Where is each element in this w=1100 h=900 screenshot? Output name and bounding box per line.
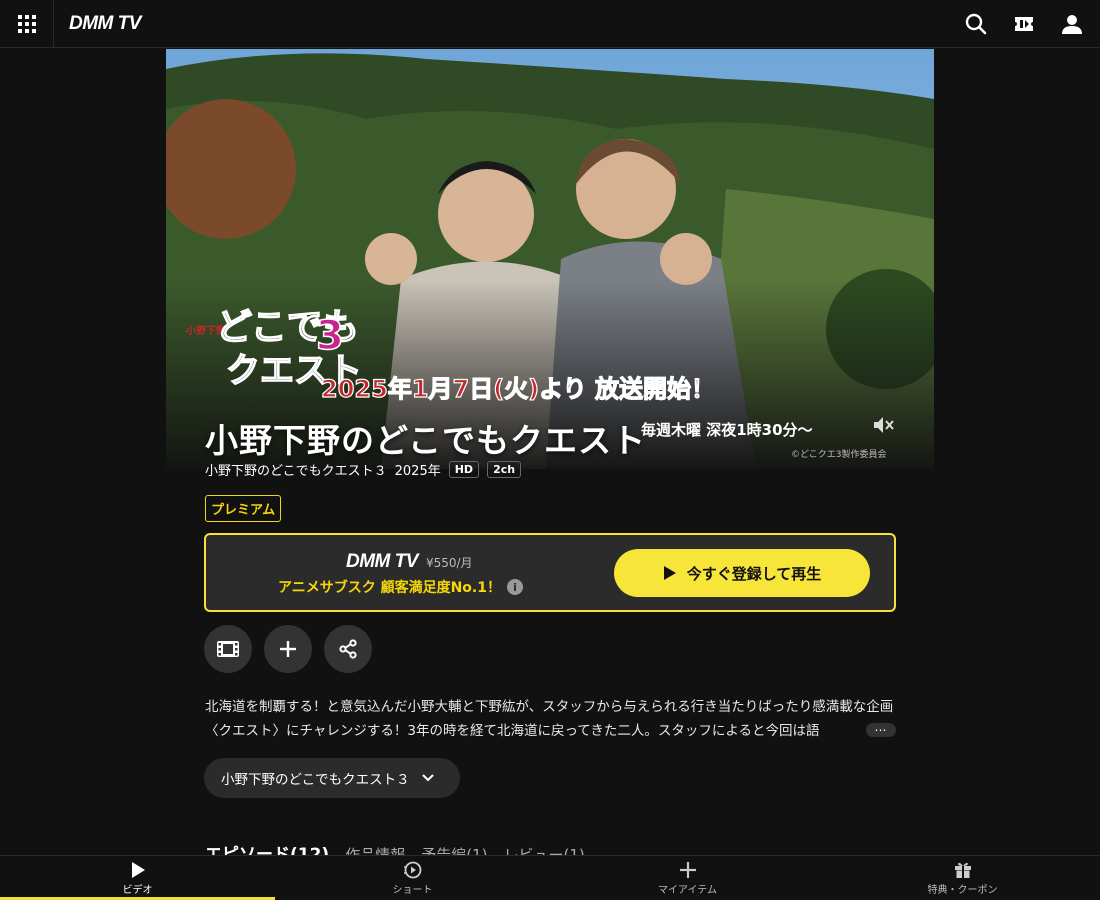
nav-perks[interactable]: 特典・クーポン (825, 856, 1100, 900)
subscribe-play-label: 今すぐ登録して再生 (686, 564, 822, 583)
title-meta: 小野下野のどこでもクエスト３ 2025年 HD 2ch (205, 460, 522, 479)
hero-video[interactable]: 小野下野 どこでも クエスト 3 2025年1月7日(火)より 放送開始！ 毎週… (166, 49, 934, 469)
nav-short-label: ショート (392, 885, 433, 896)
season-select[interactable]: 小野下野のどこでもクエスト３ (204, 758, 460, 798)
search-button[interactable] (960, 8, 992, 40)
chevron-down-icon (421, 774, 434, 782)
hero-thumbnail: 小野下野 どこでも クエスト 3 2025年1月7日(火)より 放送開始！ 毎週… (166, 49, 934, 469)
grid-menu-button[interactable] (0, 0, 54, 48)
mute-button[interactable] (872, 415, 894, 435)
nav-video-label: ビデオ (122, 885, 153, 896)
show-logo-number: 3 (316, 313, 344, 359)
nav-my-items[interactable]: マイアイテム (550, 856, 825, 900)
plus-icon (280, 641, 296, 657)
speaker-muted-icon (874, 417, 894, 433)
page-title: 小野下野のどこでもクエスト (205, 421, 647, 460)
user-icon (1062, 15, 1082, 34)
subscribe-panel: DMM TV ¥550/月 アニメサブスク 顧客満足度No.1！ i 今すぐ登録… (204, 533, 896, 612)
grid-menu-icon (17, 14, 36, 33)
season-select-label: 小野下野のどこでもクエスト３ (221, 772, 410, 788)
monthly-price: ¥550/月 (425, 556, 473, 570)
nav-my-items-label: マイアイテム (658, 885, 717, 896)
subscribe-play-button[interactable]: 今すぐ登録して再生 (614, 549, 870, 597)
audio-badge: 2ch (487, 461, 522, 478)
play-icon (663, 566, 676, 580)
nav-video[interactable]: ビデオ (0, 856, 275, 900)
premium-badge: プレミアム (205, 495, 282, 522)
expand-description-button[interactable]: … (866, 721, 896, 737)
share-icon (339, 639, 357, 659)
short-icon (403, 861, 421, 879)
copyright-credit: ©どこクエ3製作委員会 (791, 448, 886, 460)
broadcast-schedule: 毎週木曜 深夜1時30分〜 (641, 421, 813, 439)
share-button[interactable] (324, 625, 372, 673)
nav-short[interactable]: ショート (275, 856, 550, 900)
search-icon (965, 13, 987, 35)
film-icon (217, 641, 239, 657)
subscribe-tagline: アニメサブスク 顧客満足度No.1！ (278, 580, 501, 596)
hd-badge: HD (448, 461, 480, 478)
description: 北海道を制覇する！と意気込んだ小野大輔と下野紘が、スタッフから与えられる行き当た… (205, 699, 894, 739)
header: DMM TV (0, 0, 1100, 48)
info-icon[interactable]: i (507, 579, 523, 595)
release-year: 2025年 (394, 464, 441, 479)
ticket-icon (1015, 17, 1033, 31)
gift-icon (954, 862, 971, 878)
plus-icon (679, 862, 696, 878)
nav-perks-label: 特典・クーポン (927, 885, 998, 896)
trailer-button[interactable] (204, 625, 252, 673)
add-to-list-button[interactable] (264, 625, 312, 673)
season-name: 小野下野のどこでもクエスト３ (205, 464, 387, 479)
account-button[interactable] (1056, 8, 1088, 40)
dmm-tv-logo: DMM TV (346, 551, 418, 572)
play-icon (131, 862, 145, 878)
action-buttons (204, 625, 372, 673)
site-logo[interactable]: DMM TV (69, 13, 141, 35)
broadcast-date: 2025年1月7日(火)より 放送開始！ (321, 375, 715, 403)
bottom-navigation: ビデオ ショート マイアイテム 特典・クーポン (0, 855, 1100, 900)
ticket-button[interactable] (1008, 8, 1040, 40)
